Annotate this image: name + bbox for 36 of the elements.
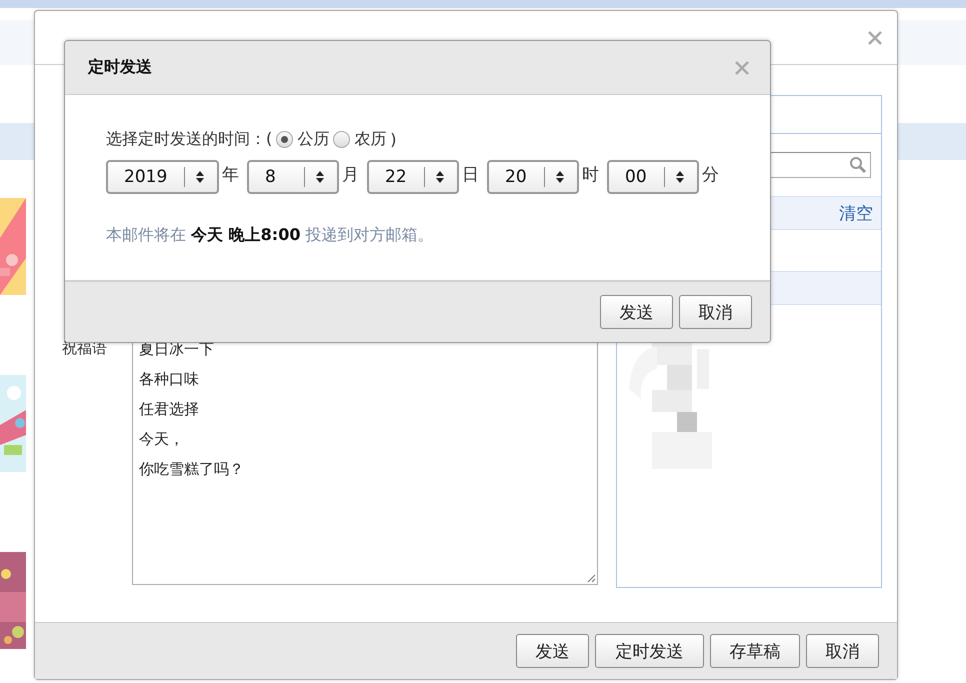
dialog-button[interactable]: 发送 bbox=[516, 634, 589, 668]
time-select[interactable]: 8 bbox=[247, 160, 339, 194]
unit-label: 时 bbox=[581, 164, 600, 186]
calendar-radio[interactable]: 农历 bbox=[333, 129, 386, 150]
dialog-button[interactable]: 定时发送 bbox=[595, 634, 704, 668]
close-icon[interactable] bbox=[734, 60, 750, 76]
up-down-caret-icon bbox=[195, 170, 205, 184]
up-down-caret-icon bbox=[555, 170, 565, 184]
time-select[interactable]: 00 bbox=[607, 160, 699, 194]
unit-label: 日 bbox=[461, 164, 480, 186]
unit-label: 分 bbox=[701, 164, 720, 186]
up-down-caret-icon bbox=[315, 170, 325, 184]
dialog-button[interactable]: 发送 bbox=[600, 295, 673, 329]
dialog-title: 定时发送 bbox=[88, 57, 152, 78]
calendar-radio[interactable]: 公历 bbox=[276, 129, 330, 150]
unit-label: 月 bbox=[341, 164, 360, 186]
message-line: 你吃雪糕了吗？ bbox=[139, 459, 244, 480]
up-down-caret-icon bbox=[435, 170, 445, 184]
resize-grip-icon[interactable] bbox=[587, 574, 596, 583]
message-line: 各种口味 bbox=[139, 369, 199, 390]
search-icon bbox=[849, 156, 867, 174]
dialog-button[interactable]: 取消 bbox=[806, 634, 879, 668]
message-line: 今天， bbox=[139, 429, 184, 450]
close-icon[interactable] bbox=[867, 30, 883, 46]
prompt-text: 选择定时发送的时间：( bbox=[106, 129, 272, 150]
dialog-button[interactable]: 存草稿 bbox=[710, 634, 800, 668]
time-select[interactable]: 22 bbox=[367, 160, 459, 194]
time-select[interactable]: 20 bbox=[487, 160, 579, 194]
delivery-note: 本邮件将在 今天 晚上8:00 投递到对方邮箱。 bbox=[106, 225, 435, 246]
clear-link[interactable]: 清空 bbox=[839, 202, 873, 224]
up-down-caret-icon bbox=[675, 170, 685, 184]
dialog-button[interactable]: 取消 bbox=[679, 295, 752, 329]
unit-label: 年 bbox=[221, 164, 240, 186]
message-line: 任君选择 bbox=[139, 399, 199, 420]
time-select[interactable]: 2019 bbox=[106, 160, 219, 194]
prompt-text: ) bbox=[390, 130, 396, 149]
